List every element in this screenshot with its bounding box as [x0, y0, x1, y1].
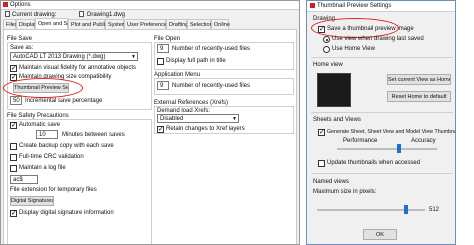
maintain-visual-fidelity-checkbox[interactable]	[10, 64, 17, 72]
temp-extension-label: File extension for temporary files	[10, 187, 97, 193]
display-digital-signature-checkbox[interactable]	[10, 209, 17, 217]
update-thumbnails-label: Update thumbnails when accessed	[327, 160, 421, 166]
use-view-last-saved-label: Use view when drawing last saved	[332, 36, 424, 42]
home-view-preview	[317, 73, 351, 107]
separator	[311, 57, 453, 58]
performance-slider-thumb[interactable]	[397, 144, 401, 153]
home-view-heading: Home view	[313, 62, 343, 68]
max-size-label: Maximum size in pixels:	[313, 189, 377, 195]
full-time-crc-checkbox[interactable]	[10, 154, 17, 161]
use-view-last-saved-radio[interactable]	[323, 36, 330, 43]
display-full-path-label: Display full path in title	[166, 58, 226, 64]
chevron-down-icon: ▼	[131, 54, 136, 60]
automatic-save-label: Automatic save	[19, 122, 61, 128]
generate-thumbnails-checkbox[interactable]	[318, 128, 325, 136]
current-drawing-value: Drawing1.dwg	[87, 12, 126, 18]
temp-extension-input[interactable]: ac$	[10, 175, 38, 184]
tab-online[interactable]: Online	[211, 19, 230, 29]
incremental-save-input[interactable]: 50	[10, 96, 22, 105]
use-home-view-label: Use Home View	[332, 46, 375, 52]
tab-display[interactable]: Display	[16, 19, 37, 29]
incremental-save-label: Incremental save percentage	[25, 98, 103, 104]
options-dialog: Options Current drawing: Drawing1.dwg Fi…	[0, 0, 300, 245]
separator	[311, 173, 453, 174]
performance-label: Performance	[343, 138, 378, 144]
thumbnail-app-icon	[310, 3, 315, 8]
file-open-recent-label: Number of recently-used files	[172, 46, 251, 52]
thumbnail-settings-dialog: Thumbnail Preview Settings Drawing Save …	[306, 0, 456, 245]
open-save-panel: File Save Save as: AutoCAD LT 2013 Drawi…	[3, 29, 297, 244]
tab-user-preferences[interactable]: User Preferences	[124, 19, 170, 29]
retain-changes-label: Retain changes to Xref layers	[166, 126, 245, 132]
app-menu-recent-label: Number of recently-used files	[172, 83, 251, 89]
max-size-slider-thumb[interactable]	[403, 205, 408, 214]
tab-drafting[interactable]: Drafting	[166, 19, 188, 29]
backup-copy-label: Create backup copy with each save	[19, 143, 114, 149]
maintain-visual-fidelity-label: Maintain visual fidelity for annotative …	[19, 65, 137, 71]
full-time-crc-label: Full-time CRC validation	[19, 154, 84, 160]
tab-system[interactable]: System	[105, 19, 126, 29]
options-title: Options	[10, 2, 31, 8]
thumbnail-title-bar: Thumbnail Preview Settings	[307, 1, 455, 12]
automatic-save-checkbox[interactable]	[10, 121, 17, 129]
max-size-slider-track[interactable]	[317, 209, 425, 211]
separator	[311, 112, 453, 113]
options-title-bar: Options	[1, 1, 299, 10]
set-current-view-home-button[interactable]: Set current View as Home	[387, 74, 451, 85]
tab-selection[interactable]: Selection	[187, 19, 213, 29]
minutes-between-saves-label: Minutes between saves	[62, 132, 125, 138]
minutes-between-saves-input[interactable]: 10	[36, 130, 58, 139]
drawing-file-icon	[5, 11, 10, 17]
save-as-select[interactable]: AutoCAD LT 2013 Drawing (*.dwg) ▼	[10, 52, 138, 61]
retain-changes-checkbox[interactable]	[157, 125, 164, 133]
digital-signatures-button[interactable]: Digital Signatures...	[10, 196, 54, 206]
chevron-down-icon: ▼	[232, 116, 237, 122]
reset-home-default-button[interactable]: Reset Home to default	[387, 91, 451, 102]
tab-files[interactable]: Files	[3, 19, 18, 29]
generate-thumbnails-label: Generate Sheet, Sheet View and Model Vie…	[327, 129, 456, 135]
display-full-path-checkbox[interactable]	[157, 58, 164, 65]
tab-plot-and-publish[interactable]: Plot and Publish	[68, 19, 111, 29]
save-as-label: Save as:	[10, 45, 34, 51]
use-home-view-radio[interactable]	[323, 46, 330, 53]
backup-copy-checkbox[interactable]	[10, 143, 17, 150]
save-as-value: AutoCAD LT 2013 Drawing (*.dwg)	[13, 54, 106, 60]
app-menu-recent-input[interactable]: 9	[157, 81, 169, 90]
annotation-circle-thumbnail-button	[3, 78, 83, 98]
max-size-value: 512	[429, 207, 440, 213]
sheets-views-heading: Sheets and Views	[313, 117, 361, 123]
performance-slider-track[interactable]	[337, 148, 437, 150]
file-open-recent-input[interactable]: 9	[157, 44, 169, 53]
display-digital-signature-label: Display digital signature information	[19, 210, 114, 216]
accuracy-label: Accuracy	[411, 138, 436, 144]
demand-load-select[interactable]: Disabled ▼	[157, 114, 239, 123]
tab-open-and-save[interactable]: Open and Save	[35, 18, 76, 29]
thumbnail-title: Thumbnail Preview Settings	[317, 3, 392, 9]
named-views-heading: Named views	[313, 179, 350, 185]
update-thumbnails-checkbox[interactable]	[318, 160, 325, 167]
ok-button[interactable]: OK	[363, 229, 397, 240]
demand-load-value: Disabled	[160, 116, 184, 122]
options-app-icon	[3, 2, 8, 7]
drawing-file-icon-2	[79, 11, 84, 17]
maintain-log-label: Maintain a log file	[19, 165, 66, 171]
maintain-log-checkbox[interactable]	[10, 165, 17, 172]
